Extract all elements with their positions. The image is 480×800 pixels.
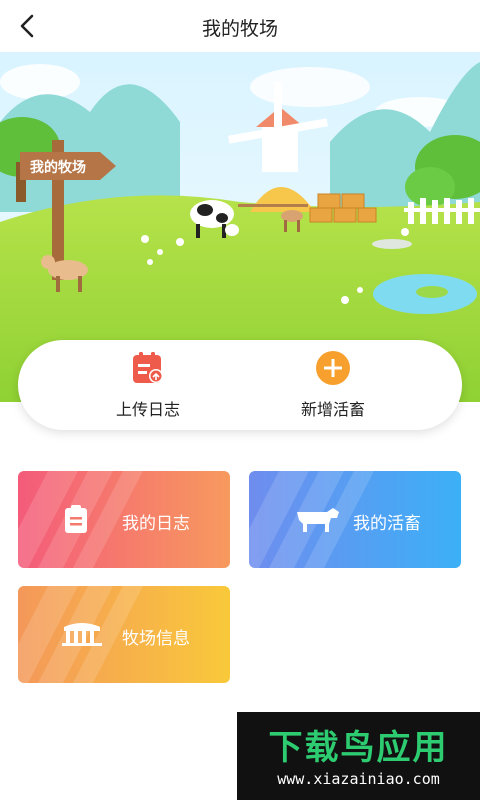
quick-actions-card: 上传日志 新增活畜 (18, 340, 462, 430)
cow-icon (297, 508, 339, 532)
clipboard-icon (65, 505, 87, 533)
add-livestock-label: 新增活畜 (300, 400, 365, 419)
my-livestock-label: 我的活畜 (353, 514, 421, 534)
my-livestock-tile[interactable]: 我的活畜 (249, 471, 461, 568)
add-livestock-button[interactable]: 新增活畜 (258, 350, 408, 422)
watermark-url: www.xiazainiao.com (277, 770, 440, 788)
fence-icon (62, 623, 102, 646)
my-log-label: 我的日志 (122, 514, 190, 534)
watermark: 下载鸟应用 www.xiazainiao.com (237, 712, 480, 800)
plus-circle-icon (316, 351, 350, 385)
my-log-tile[interactable]: 我的日志 (18, 471, 230, 568)
upload-log-button[interactable]: 上传日志 (73, 350, 223, 422)
ranch-info-tile[interactable]: 牧场信息 (18, 586, 230, 683)
header: 我的牧场 (0, 0, 480, 52)
watermark-title: 下载鸟应用 (268, 728, 449, 768)
page-title: 我的牧场 (201, 18, 278, 40)
upload-log-icon (133, 352, 163, 383)
pond (373, 274, 477, 314)
svg-text:我的牧场: 我的牧场 (30, 159, 86, 176)
ranch-info-label: 牧场信息 (122, 629, 190, 649)
upload-log-label: 上传日志 (115, 400, 180, 419)
